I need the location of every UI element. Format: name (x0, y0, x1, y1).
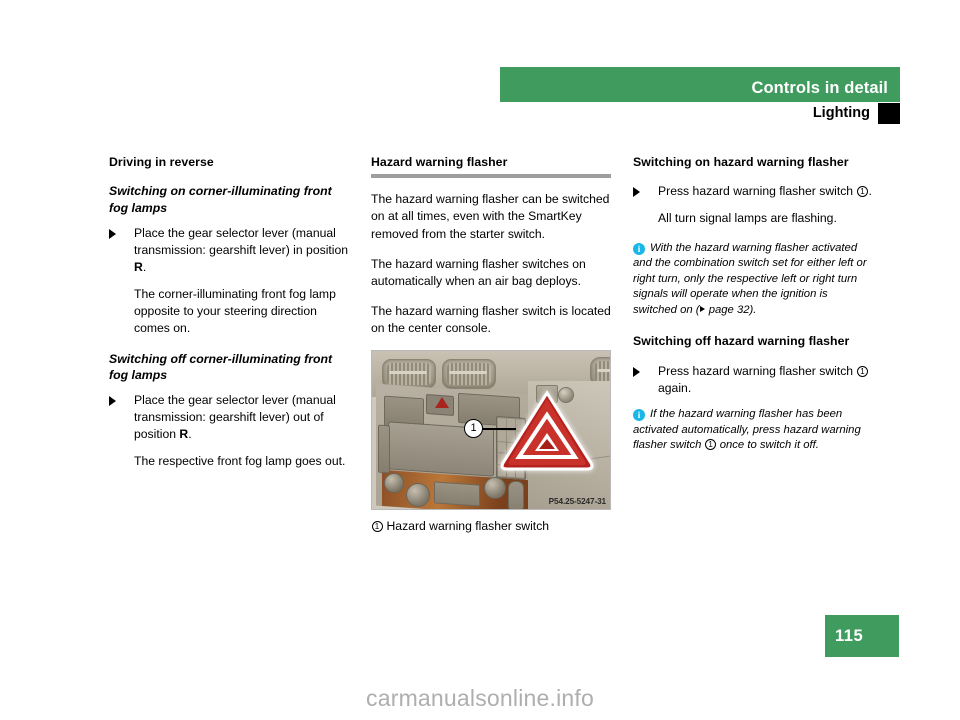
site-watermark: carmanualsonline.info (366, 685, 594, 711)
bullet-triangle-icon (633, 366, 640, 377)
right-heading-switch-on: Switching on hazard warning flasher (633, 155, 849, 169)
air-vent-center-icon (442, 358, 496, 389)
left-bullet-1-text: Place the gear selector lever (manual tr… (134, 226, 349, 258)
page-columns: Driving in reverse Switching on corner-i… (109, 155, 874, 543)
callout-marker-1: 1 (464, 418, 483, 438)
middle-section-heading: Hazard warning flasher (371, 155, 508, 169)
climate-knob-2 (484, 476, 506, 499)
hazard-warning-triangle-icon (499, 389, 595, 473)
right-note-1: i With the hazard warning flasher activat… (633, 241, 873, 319)
left-bullet-2: Place the gear selector lever (manual tr… (109, 392, 349, 443)
figure-hazard-switch: 1 P54.25-5247-31 1 Hazard warning flasher… (371, 349, 611, 534)
dashboard-illustration: 1 P54.25-5247-31 (371, 349, 611, 510)
figure-code: P54.25-5247-31 (548, 496, 606, 506)
column-right: Switching on hazard warning flasher Pres… (633, 155, 873, 543)
section-rule (371, 174, 611, 179)
left-bullet-1-bold: R (134, 260, 143, 275)
inline-ref-circle-2: 1 (856, 365, 868, 377)
right-bullet-1: Press hazard warning flasher switch 1. (633, 183, 873, 200)
right-note-1-pageref: page 32). (705, 303, 757, 316)
left-para-1: The corner-illuminating front fog lamp o… (134, 287, 336, 336)
inline-ref-circle-1: 1 (856, 186, 868, 198)
bullet-triangle-icon (109, 396, 116, 407)
section-tab-marker (878, 103, 900, 124)
gear-lever (508, 480, 524, 509)
left-subheading-switch-on: Switching on corner-illuminating front f… (109, 184, 332, 215)
chapter-title: Controls in detail (751, 79, 888, 97)
callout-leader-line (482, 427, 516, 430)
figure-caption: 1 Hazard warning flasher switch (371, 518, 611, 534)
right-bullet-1-text: Press hazard warning flasher switch (658, 184, 857, 199)
right-note-2: i If the hazard warning flasher has been … (633, 407, 873, 454)
page-number-badge: 115 (825, 615, 899, 657)
climate-controls (434, 481, 480, 507)
info-icon: i (633, 408, 645, 421)
column-middle: Hazard warning flasher The hazard warnin… (371, 155, 611, 543)
comand-knob-left (384, 472, 404, 493)
page-ref-triangle-icon (699, 305, 705, 312)
right-para-1: All turn signal lamps are flashing. (658, 211, 837, 226)
left-section-heading: Driving in reverse (109, 155, 214, 169)
middle-para-1: The hazard warning flasher can be switch… (371, 192, 610, 241)
info-icon: i (633, 242, 645, 255)
comand-side-buttons (378, 424, 390, 474)
section-header: Lighting (500, 103, 900, 127)
climate-knob-1 (406, 482, 430, 507)
bullet-triangle-icon (109, 229, 116, 240)
chapter-header-bar: Controls in detail (500, 67, 900, 102)
column-left: Driving in reverse Switching on corner-i… (109, 155, 349, 543)
right-heading-switch-off: Switching off hazard warning flasher (633, 334, 850, 349)
left-subheading-switch-off: Switching off corner-illuminating front … (109, 351, 333, 382)
right-bullet-2-post: again. (658, 380, 692, 395)
left-bullet-2-bold: R (179, 427, 189, 442)
middle-para-3: The hazard warning flasher switch is loc… (371, 303, 611, 335)
left-bullet-2-text: Place the gear selector lever (manual tr… (134, 393, 336, 442)
middle-para-2: The hazard warning flasher switches on a… (371, 256, 586, 288)
caption-number-circle: 1 (371, 520, 383, 532)
left-bullet-2-post: . (188, 427, 192, 442)
right-bullet-2-text: Press hazard warning flasher switch (658, 363, 857, 378)
inline-ref-circle-3: 1 (705, 439, 717, 451)
right-bullet-1-post: . (868, 184, 872, 199)
left-bullet-1: Place the gear selector lever (manual tr… (109, 225, 349, 276)
bullet-triangle-icon (633, 187, 640, 198)
hazard-triangle-small-icon (435, 396, 449, 408)
right-bullet-2: Press hazard warning flasher switch 1 ag… (633, 363, 873, 397)
left-para-2: The respective front fog lamp goes out. (134, 454, 346, 469)
right-note-2-post: once to switch it off. (716, 439, 819, 452)
section-title: Lighting (812, 105, 870, 121)
left-bullet-1-post: . (142, 260, 147, 275)
caption-text: Hazard warning flasher switch (386, 518, 550, 533)
